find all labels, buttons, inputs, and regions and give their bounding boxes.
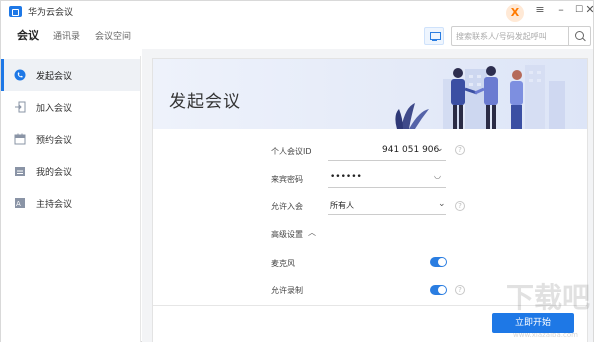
calendar-list-icon: [14, 165, 26, 177]
microphone-toggle[interactable]: [430, 257, 447, 267]
screen-share-button[interactable]: [424, 27, 444, 45]
microphone-label: 麦克风: [271, 259, 295, 268]
app-window: 华为云会议 X ≡ – ☐ ✕ 会议 通讯录 会议空间 发起会议 加入会议: [0, 0, 594, 342]
meeting-id-value: 941 051 906: [382, 145, 440, 155]
sidebar-item-label: 加入会议: [36, 104, 73, 114]
allow-join-select[interactable]: 所有人: [330, 200, 354, 211]
hero-banner: 发起会议: [153, 59, 587, 129]
calendar-icon: [14, 133, 26, 145]
app-title: 华为云会议: [28, 8, 74, 18]
svg-text:A: A: [16, 200, 21, 208]
sidebar-item-host-meeting[interactable]: A 主持会议: [1, 187, 140, 219]
password-label: 来宾密码: [271, 175, 303, 184]
recording-label: 允许录制: [271, 286, 303, 295]
search-icon[interactable]: [568, 27, 590, 45]
menu-icon[interactable]: ≡: [531, 3, 549, 16]
hero-illustration: [395, 65, 565, 129]
sidebar-item-my-meetings[interactable]: 我的会议: [1, 155, 140, 187]
start-now-button[interactable]: 立即开始: [492, 313, 574, 333]
join-icon: [14, 101, 26, 113]
tab-meeting-space[interactable]: 会议空间: [95, 29, 131, 42]
password-underline: [328, 187, 446, 188]
app-logo-icon: [9, 6, 22, 17]
close-icon[interactable]: ✕: [585, 3, 594, 16]
host-icon: A: [14, 197, 26, 209]
search-box: [451, 26, 591, 46]
sidebar-item-schedule-meeting[interactable]: 预约会议: [1, 123, 140, 155]
sidebar-item-label: 预约会议: [36, 136, 73, 146]
chevron-down-icon[interactable]: ⌄: [436, 144, 444, 154]
sidebar: 发起会议 加入会议 预约会议 我的会议 A 主持会议: [1, 56, 141, 342]
help-icon[interactable]: ?: [455, 145, 465, 155]
allow-join-label: 允许入会: [271, 202, 303, 211]
help-icon[interactable]: ?: [455, 285, 465, 295]
meeting-id-underline: [328, 160, 446, 161]
title-bar: 华为云会议 X ≡ – ☐ ✕: [1, 1, 594, 23]
chevron-down-icon[interactable]: ⌄: [438, 199, 446, 209]
sidebar-item-join-meeting[interactable]: 加入会议: [1, 91, 140, 123]
tab-contacts[interactable]: 通讯录: [53, 29, 80, 42]
minimize-icon[interactable]: –: [552, 3, 570, 16]
sidebar-item-label: 我的会议: [36, 168, 73, 178]
help-icon[interactable]: ?: [455, 201, 465, 211]
sidebar-item-label: 发起会议: [36, 72, 73, 82]
recording-toggle[interactable]: [430, 285, 447, 295]
watermark-url: www.xiazaiba.com: [513, 331, 578, 339]
sidebar-item-start-meeting[interactable]: 发起会议: [1, 59, 140, 91]
watermark: 下载吧: [506, 281, 591, 314]
tab-meeting[interactable]: 会议: [17, 27, 39, 43]
chevron-up-icon[interactable]: ︿: [308, 227, 316, 238]
sidebar-item-label: 主持会议: [36, 200, 73, 210]
advanced-settings-toggle[interactable]: 高级设置: [271, 229, 303, 240]
search-input[interactable]: [456, 29, 566, 43]
eye-icon[interactable]: ◡: [434, 171, 441, 180]
allow-join-underline: [328, 214, 446, 215]
brand-x-icon[interactable]: X: [506, 4, 524, 22]
meeting-id-label: 个人会议ID: [271, 147, 312, 156]
phone-icon: [14, 69, 26, 81]
password-field[interactable]: ••••••: [330, 172, 362, 182]
top-nav: 会议 通讯录 会议空间: [1, 23, 593, 49]
